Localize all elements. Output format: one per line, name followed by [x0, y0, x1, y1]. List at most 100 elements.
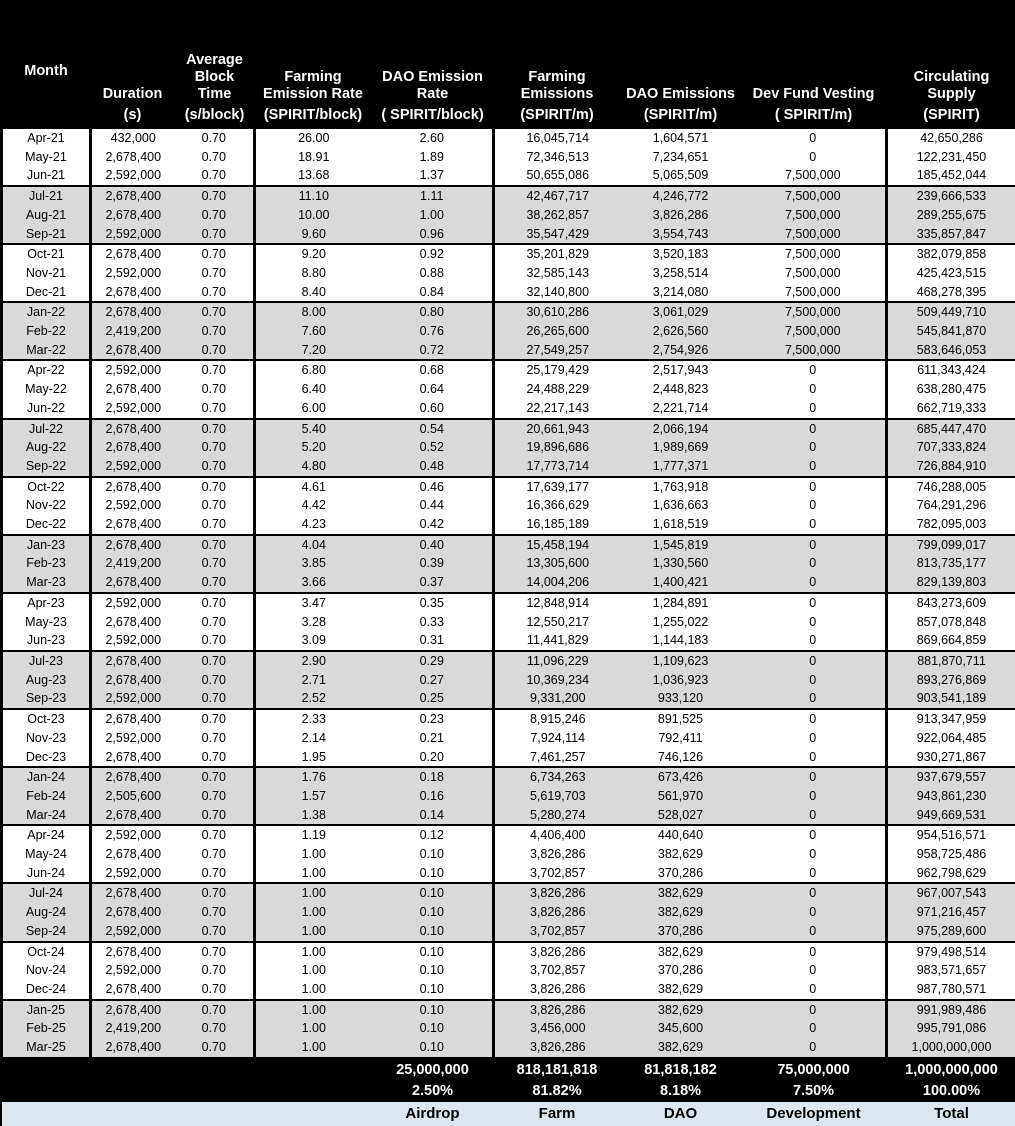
cell-circulating-supply[interactable]: 707,333,824	[887, 438, 1015, 457]
table-row[interactable]: Jul-222,678,4000.705.400.5420,661,9432,0…	[2, 419, 1015, 439]
cell-farming-emission-rate[interactable]: 4.61	[255, 477, 372, 497]
table-row[interactable]: Sep-212,592,0000.709.600.9635,547,4293,5…	[2, 225, 1015, 245]
cell-month[interactable]: Apr-22	[2, 360, 91, 380]
cell-dev-fund-vesting[interactable]: 0	[741, 806, 887, 826]
cell-month[interactable]: Dec-23	[2, 748, 91, 768]
cell-dev-fund-vesting[interactable]: 0	[741, 419, 887, 439]
cell-average-block-time[interactable]: 0.70	[175, 787, 255, 806]
cell-dao-emission-rate[interactable]: 0.10	[372, 980, 494, 1000]
cell-farming-emissions[interactable]: 16,045,714	[494, 128, 621, 148]
cell-duration[interactable]: 2,678,400	[91, 206, 175, 225]
cell-dao-emissions[interactable]: 1,545,819	[621, 535, 741, 555]
cell-dao-emissions[interactable]: 673,426	[621, 767, 741, 787]
cell-farming-emission-rate[interactable]: 1.00	[255, 1000, 372, 1020]
cell-farming-emission-rate[interactable]: 13.68	[255, 166, 372, 186]
cell-dao-emissions[interactable]: 1,763,918	[621, 477, 741, 497]
cell-farming-emissions[interactable]: 7,461,257	[494, 748, 621, 768]
cell-dao-emission-rate[interactable]: 0.44	[372, 496, 494, 515]
cell-dao-emission-rate[interactable]: 0.72	[372, 341, 494, 361]
cell-dev-fund-vesting[interactable]: 0	[741, 980, 887, 1000]
cell-farming-emissions[interactable]: 3,826,286	[494, 1000, 621, 1020]
cell-duration[interactable]: 2,678,400	[91, 903, 175, 922]
cell-circulating-supply[interactable]: 922,064,485	[887, 729, 1015, 748]
cell-farming-emissions[interactable]: 3,702,857	[494, 864, 621, 884]
table-row[interactable]: Sep-242,592,0000.701.000.103,702,857370,…	[2, 922, 1015, 942]
table-row[interactable]: Nov-232,592,0000.702.140.217,924,114792,…	[2, 729, 1015, 748]
cell-farming-emissions[interactable]: 38,262,857	[494, 206, 621, 225]
cell-duration[interactable]: 2,592,000	[91, 729, 175, 748]
cell-dev-fund-vesting[interactable]: 7,500,000	[741, 341, 887, 361]
cell-duration[interactable]: 2,678,400	[91, 748, 175, 768]
cell-month[interactable]: Jan-22	[2, 302, 91, 322]
cell-farming-emissions[interactable]: 24,488,229	[494, 380, 621, 399]
cell-farming-emissions[interactable]: 3,702,857	[494, 961, 621, 980]
cell-circulating-supply[interactable]: 829,139,803	[887, 573, 1015, 593]
cell-dao-emissions[interactable]: 891,525	[621, 709, 741, 729]
cell-dev-fund-vesting[interactable]: 0	[741, 883, 887, 903]
cell-average-block-time[interactable]: 0.70	[175, 729, 255, 748]
cell-dev-fund-vesting[interactable]: 7,500,000	[741, 186, 887, 206]
cell-duration[interactable]: 2,678,400	[91, 980, 175, 1000]
table-row[interactable]: Jan-242,678,4000.701.760.186,734,263673,…	[2, 767, 1015, 787]
cell-duration[interactable]: 2,592,000	[91, 360, 175, 380]
table-row[interactable]: Jul-212,678,4000.7011.101.1142,467,7174,…	[2, 186, 1015, 206]
cell-dao-emission-rate[interactable]: 0.20	[372, 748, 494, 768]
cell-farming-emission-rate[interactable]: 6.00	[255, 399, 372, 419]
cell-month[interactable]: Oct-24	[2, 942, 91, 962]
cell-dao-emission-rate[interactable]: 0.10	[372, 942, 494, 962]
cell-farming-emission-rate[interactable]: 7.20	[255, 341, 372, 361]
cell-month[interactable]: Jul-24	[2, 883, 91, 903]
cell-dao-emission-rate[interactable]: 0.40	[372, 535, 494, 555]
cell-dev-fund-vesting[interactable]: 0	[741, 477, 887, 497]
cell-circulating-supply[interactable]: 239,666,533	[887, 186, 1015, 206]
cell-farming-emission-rate[interactable]: 11.10	[255, 186, 372, 206]
cell-month[interactable]: Feb-23	[2, 554, 91, 573]
table-row[interactable]: Jun-242,592,0000.701.000.103,702,857370,…	[2, 864, 1015, 884]
cell-farming-emission-rate[interactable]: 1.00	[255, 903, 372, 922]
cell-duration[interactable]: 2,505,600	[91, 787, 175, 806]
cell-dao-emissions[interactable]: 370,286	[621, 922, 741, 942]
table-row[interactable]: Aug-222,678,4000.705.200.5219,896,6861,9…	[2, 438, 1015, 457]
cell-dao-emission-rate[interactable]: 0.84	[372, 283, 494, 303]
cell-average-block-time[interactable]: 0.70	[175, 399, 255, 419]
cell-month[interactable]: Sep-23	[2, 689, 91, 709]
cell-duration[interactable]: 2,592,000	[91, 496, 175, 515]
cell-duration[interactable]: 2,678,400	[91, 515, 175, 535]
table-row[interactable]: Oct-222,678,4000.704.610.4617,639,1771,7…	[2, 477, 1015, 497]
cell-dao-emissions[interactable]: 382,629	[621, 1038, 741, 1058]
cell-circulating-supply[interactable]: 813,735,177	[887, 554, 1015, 573]
cell-dao-emissions[interactable]: 5,065,509	[621, 166, 741, 186]
cell-farming-emissions[interactable]: 5,619,703	[494, 787, 621, 806]
cell-average-block-time[interactable]: 0.70	[175, 477, 255, 497]
cell-dev-fund-vesting[interactable]: 0	[741, 922, 887, 942]
cell-farming-emission-rate[interactable]: 2.14	[255, 729, 372, 748]
cell-month[interactable]: Jul-23	[2, 651, 91, 671]
cell-farming-emission-rate[interactable]: 18.91	[255, 148, 372, 167]
cell-dev-fund-vesting[interactable]: 0	[741, 399, 887, 419]
cell-dao-emission-rate[interactable]: 0.10	[372, 903, 494, 922]
cell-farming-emissions[interactable]: 10,369,234	[494, 671, 621, 690]
cell-average-block-time[interactable]: 0.70	[175, 573, 255, 593]
cell-average-block-time[interactable]: 0.70	[175, 186, 255, 206]
cell-dao-emissions[interactable]: 1,777,371	[621, 457, 741, 477]
cell-farming-emission-rate[interactable]: 1.38	[255, 806, 372, 826]
cell-farming-emissions[interactable]: 17,773,714	[494, 457, 621, 477]
cell-farming-emissions[interactable]: 17,639,177	[494, 477, 621, 497]
cell-duration[interactable]: 2,592,000	[91, 825, 175, 845]
cell-duration[interactable]: 2,678,400	[91, 573, 175, 593]
table-row[interactable]: Feb-252,419,2000.701.000.103,456,000345,…	[2, 1019, 1015, 1038]
cell-dao-emissions[interactable]: 3,520,183	[621, 244, 741, 264]
table-row[interactable]: Jan-232,678,4000.704.040.4015,458,1941,5…	[2, 535, 1015, 555]
cell-month[interactable]: Sep-22	[2, 457, 91, 477]
table-row[interactable]: Dec-242,678,4000.701.000.103,826,286382,…	[2, 980, 1015, 1000]
cell-circulating-supply[interactable]: 583,646,053	[887, 341, 1015, 361]
cell-circulating-supply[interactable]: 943,861,230	[887, 787, 1015, 806]
cell-dao-emission-rate[interactable]: 0.52	[372, 438, 494, 457]
cell-dao-emissions[interactable]: 3,826,286	[621, 206, 741, 225]
cell-farming-emission-rate[interactable]: 1.95	[255, 748, 372, 768]
cell-month[interactable]: Nov-23	[2, 729, 91, 748]
cell-circulating-supply[interactable]: 1,000,000,000	[887, 1038, 1015, 1058]
cell-duration[interactable]: 2,419,200	[91, 1019, 175, 1038]
cell-average-block-time[interactable]: 0.70	[175, 419, 255, 439]
cell-dev-fund-vesting[interactable]: 0	[741, 438, 887, 457]
